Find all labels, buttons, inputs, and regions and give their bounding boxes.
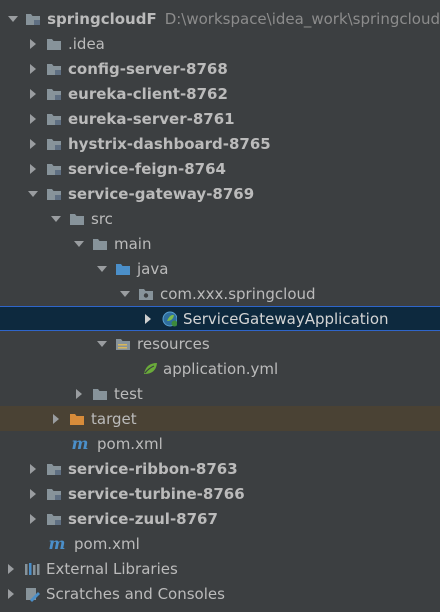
- tree-label-main: main: [114, 234, 152, 253]
- tree-row-service-feign[interactable]: service-feign-8764: [0, 156, 440, 181]
- libraries-icon: [24, 561, 40, 577]
- tree-row-config-server[interactable]: config-server-8768: [0, 56, 440, 81]
- chevron-right-icon[interactable]: [26, 112, 40, 126]
- tree-row-service-turbine[interactable]: service-turbine-8766: [0, 481, 440, 506]
- tree-row-external-libraries[interactable]: External Libraries: [0, 556, 440, 581]
- module-folder-icon: [46, 136, 62, 152]
- folder-icon: [69, 211, 85, 227]
- chevron-right-icon[interactable]: [4, 587, 18, 601]
- tree-label-service-zuul: service-zuul-8767: [68, 509, 218, 528]
- tree-row-eureka-client[interactable]: eureka-client-8762: [0, 81, 440, 106]
- tree-label-root: springcloudF: [47, 9, 157, 28]
- chevron-right-icon[interactable]: [26, 512, 40, 526]
- tree-label-application-yml: application.yml: [163, 359, 279, 378]
- project-tree: springcloudF D:\workspace\idea_work\spri…: [0, 0, 440, 612]
- tree-label-eureka-server: eureka-server-8761: [68, 109, 235, 128]
- module-folder-icon: [46, 86, 62, 102]
- chevron-down-icon[interactable]: [6, 12, 19, 26]
- tree-row-gateway-pom[interactable]: m pom.xml: [0, 431, 440, 456]
- tree-row-idea[interactable]: .idea: [0, 31, 440, 56]
- module-folder-icon: [25, 11, 41, 27]
- tree-row-service-gateway[interactable]: service-gateway-8769: [0, 181, 440, 206]
- tree-label-java: java: [137, 259, 169, 278]
- tree-row-service-zuul[interactable]: service-zuul-8767: [0, 506, 440, 531]
- tree-label-config-server: config-server-8768: [68, 59, 228, 78]
- module-folder-icon: [46, 111, 62, 127]
- chevron-down-icon[interactable]: [49, 212, 63, 226]
- chevron-down-icon[interactable]: [118, 287, 132, 301]
- folder-icon: [92, 236, 108, 252]
- module-folder-icon: [46, 461, 62, 477]
- chevron-right-icon[interactable]: [72, 387, 86, 401]
- excluded-folder-icon: [69, 411, 85, 427]
- tree-label-target: target: [91, 409, 137, 428]
- tree-label-eureka-client: eureka-client-8762: [68, 84, 228, 103]
- tree-label-test: test: [114, 384, 143, 403]
- tree-row-hystrix-dashboard[interactable]: hystrix-dashboard-8765: [0, 131, 440, 156]
- chevron-down-icon[interactable]: [95, 337, 109, 351]
- project-path: D:\workspace\idea_work\springcloud: [164, 9, 440, 28]
- chevron-right-icon[interactable]: [4, 562, 18, 576]
- chevron-right-icon[interactable]: [26, 87, 40, 101]
- tree-label-gateway-pom: pom.xml: [97, 434, 163, 453]
- tree-label-external-libraries: External Libraries: [46, 559, 178, 578]
- chevron-right-icon[interactable]: [26, 137, 40, 151]
- maven-icon: m: [48, 534, 66, 553]
- tree-label-src: src: [91, 209, 113, 228]
- tree-row-scratches[interactable]: Scratches and Consoles: [0, 581, 440, 606]
- tree-label-root-pom: pom.xml: [74, 534, 140, 553]
- tree-label-resources: resources: [137, 334, 210, 353]
- tree-row-test[interactable]: test: [0, 381, 440, 406]
- chevron-down-icon[interactable]: [72, 237, 86, 251]
- tree-row-package[interactable]: com.xxx.springcloud: [0, 281, 440, 306]
- chevron-right-icon[interactable]: [26, 162, 40, 176]
- module-folder-icon: [46, 161, 62, 177]
- folder-icon: [46, 36, 62, 52]
- tree-row-target[interactable]: target: [0, 406, 440, 431]
- tree-row-root-pom[interactable]: m pom.xml: [0, 531, 440, 556]
- tree-label-package: com.xxx.springcloud: [160, 284, 316, 303]
- chevron-right-icon[interactable]: [141, 312, 155, 326]
- tree-label-service-gateway: service-gateway-8769: [68, 184, 255, 203]
- module-folder-icon: [46, 511, 62, 527]
- tree-label-hystrix-dashboard: hystrix-dashboard-8765: [68, 134, 271, 153]
- tree-row-main[interactable]: main: [0, 231, 440, 256]
- tree-label-service-gateway-application: ServiceGatewayApplication: [183, 309, 389, 328]
- maven-icon: m: [71, 434, 89, 453]
- chevron-right-icon[interactable]: [26, 37, 40, 51]
- source-folder-icon: [115, 261, 131, 277]
- spring-boot-class-icon: [161, 311, 177, 327]
- spring-config-file-icon: [141, 361, 157, 377]
- tree-label-idea: .idea: [68, 34, 105, 53]
- tree-row-eureka-server[interactable]: eureka-server-8761: [0, 106, 440, 131]
- tree-label-scratches: Scratches and Consoles: [46, 584, 225, 603]
- tree-row-root[interactable]: springcloudF D:\workspace\idea_work\spri…: [0, 6, 440, 31]
- tree-label-service-feign: service-feign-8764: [68, 159, 226, 178]
- chevron-down-icon[interactable]: [95, 262, 109, 276]
- folder-icon: [92, 386, 108, 402]
- chevron-right-icon[interactable]: [49, 412, 63, 426]
- tree-row-src[interactable]: src: [0, 206, 440, 231]
- chevron-right-icon[interactable]: [26, 487, 40, 501]
- tree-row-service-gateway-application[interactable]: ServiceGatewayApplication: [0, 306, 440, 331]
- tree-row-service-ribbon[interactable]: service-ribbon-8763: [0, 456, 440, 481]
- chevron-right-icon[interactable]: [26, 62, 40, 76]
- resources-folder-icon: [115, 336, 131, 352]
- tree-label-service-ribbon: service-ribbon-8763: [68, 459, 238, 478]
- tree-row-application-yml[interactable]: application.yml: [0, 356, 440, 381]
- tree-label-service-turbine: service-turbine-8766: [68, 484, 245, 503]
- chevron-right-icon[interactable]: [26, 462, 40, 476]
- tree-row-java[interactable]: java: [0, 256, 440, 281]
- module-folder-icon: [46, 486, 62, 502]
- scratches-icon: [24, 586, 40, 602]
- package-icon: [138, 286, 154, 302]
- module-folder-icon: [46, 186, 62, 202]
- module-folder-icon: [46, 61, 62, 77]
- chevron-down-icon[interactable]: [26, 187, 40, 201]
- tree-row-resources[interactable]: resources: [0, 331, 440, 356]
